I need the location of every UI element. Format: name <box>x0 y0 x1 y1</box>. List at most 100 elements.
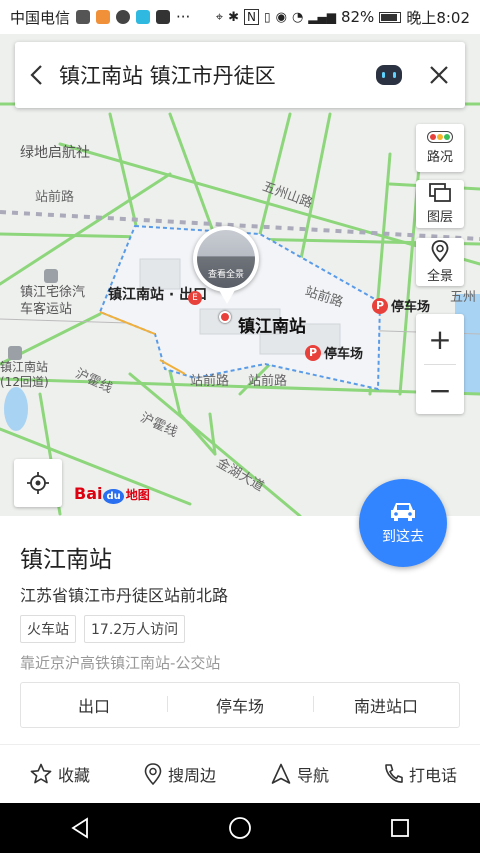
app-icon <box>156 10 171 24</box>
wifi-icon: ◔ <box>291 9 304 25</box>
category-tag: 火车站 <box>20 615 76 643</box>
map-label-station-main: 镇江南站 <box>238 317 306 337</box>
battery-icon <box>379 11 402 23</box>
panorama-button[interactable]: 全景 <box>416 238 464 286</box>
station-pin-icon[interactable] <box>219 311 231 323</box>
panorama-pointer <box>219 290 235 304</box>
map-label-lvdi: 绿地启航社 <box>20 145 90 161</box>
map-label-station-left: 镇江南站(12回道) <box>0 360 49 389</box>
logo-text: Bai <box>74 484 103 503</box>
nearby-text: 靠近京沪高铁镇江南站-公交站 <box>20 654 221 672</box>
star-icon <box>30 763 52 784</box>
plus-icon: + <box>428 322 452 356</box>
recents-square-icon <box>391 819 409 837</box>
nav-back-button[interactable] <box>50 803 110 853</box>
back-triangle-icon <box>71 817 88 839</box>
search-nearby-label: 搜周边 <box>167 766 216 785</box>
navigate-button[interactable]: 导航 <box>240 762 360 786</box>
back-button[interactable] <box>15 42 59 108</box>
minus-icon: − <box>428 373 452 407</box>
search-input[interactable]: 镇江南站 镇江市丹徒区 <box>59 60 369 90</box>
nav-recents-button[interactable] <box>370 803 430 853</box>
traffic-icon <box>427 131 453 143</box>
notification-icon <box>76 10 91 24</box>
voice-assistant-button[interactable] <box>369 55 409 95</box>
parking-icon: P <box>372 297 388 314</box>
sub-poi-south-entrance[interactable]: 南进站口 <box>313 693 459 717</box>
navigate-label: 导航 <box>296 766 329 785</box>
baidu-logo: Bai du 地图 <box>74 484 150 504</box>
car-icon <box>391 503 415 521</box>
back-arrow-icon <box>30 65 42 85</box>
action-bar: 收藏 搜周边 导航 打电话 <box>0 744 480 803</box>
zoom-in-button[interactable]: + <box>416 314 464 364</box>
more-icon: ··· <box>176 8 191 26</box>
go-here-label: 到这去 <box>382 529 424 545</box>
parking-label: 停车场 <box>391 300 431 315</box>
go-here-button[interactable]: 到这去 <box>359 479 447 567</box>
zoom-out-button[interactable]: − <box>416 365 464 415</box>
parking-label: 停车场 <box>324 347 364 362</box>
location-pin-icon <box>144 763 162 785</box>
phone-icon <box>385 764 403 783</box>
place-address: 江苏省镇江市丹徒区站前北路 <box>20 586 229 605</box>
message-icon <box>116 10 131 24</box>
parking-marker[interactable]: P 停车场 <box>372 296 430 315</box>
crosshair-icon <box>27 472 49 494</box>
map-label-zhanqian-road-3: 站前路 <box>190 374 230 389</box>
search-bar: 镇江南站 镇江市丹徒区 <box>15 42 465 108</box>
location-icon: ⌖ <box>215 9 224 25</box>
sub-poi-exit[interactable]: 出口 <box>21 693 167 717</box>
nav-home-button[interactable] <box>210 803 270 853</box>
bus-stop-icon <box>44 269 58 283</box>
map-label-zhanqian-road-4: 站前路 <box>248 374 288 389</box>
parking-marker[interactable]: P 停车场 <box>305 343 363 362</box>
battery-percent: 82% <box>340 8 375 26</box>
home-circle-icon <box>229 817 251 839</box>
sub-poi-list: 出口 停车场 南进站口 <box>20 682 460 728</box>
eye-icon: ◉ <box>275 9 287 25</box>
parking-icon: P <box>305 344 321 361</box>
map-label-wuzhou-short: 五州 <box>450 290 477 305</box>
close-icon <box>430 66 448 84</box>
zoom-control: + − <box>416 314 464 414</box>
layers-label: 图层 <box>426 210 453 225</box>
call-button[interactable]: 打电话 <box>360 762 480 786</box>
panorama-thumbnail: 查看全景 <box>197 230 255 288</box>
favorite-label: 收藏 <box>57 766 90 785</box>
vibrate-icon: ▯ <box>263 10 271 24</box>
map-label-zhanqian-road-1: 站前路 <box>35 190 75 205</box>
carrier-label: 中国电信 <box>10 8 71 27</box>
panorama-label: 查看全景 <box>207 270 244 280</box>
traffic-button[interactable]: 路况 <box>416 124 464 172</box>
time-label: 晚上8:02 <box>406 8 470 27</box>
visits-tag: 17.2万人访问 <box>84 615 186 643</box>
logo-ditu: 地图 <box>125 488 150 502</box>
call-label: 打电话 <box>408 766 457 785</box>
place-title: 镇江南站 <box>20 547 112 573</box>
map-label-bus-station: 镇江宅徐汽车客运站 <box>20 285 86 317</box>
traffic-label: 路况 <box>426 150 453 165</box>
signal-icon: ▂▄▆ <box>308 10 336 24</box>
screen: 中国电信 ··· ⌖ ✱ N ▯ ◉ ◔ ▂▄▆ 82% 晚上8:02 绿地启航… <box>0 0 480 853</box>
status-bar: 中国电信 ··· ⌖ ✱ N ▯ ◉ ◔ ▂▄▆ 82% 晚上8:02 <box>0 0 480 34</box>
navigation-arrow-icon <box>271 763 291 784</box>
layers-icon <box>429 183 451 202</box>
logo-paw: du <box>103 489 124 504</box>
app-icon <box>96 10 111 24</box>
location-pin-icon <box>431 240 449 262</box>
favorite-button[interactable]: 收藏 <box>0 762 120 786</box>
train-icon <box>8 346 22 360</box>
close-button[interactable] <box>417 42 461 108</box>
search-nearby-button[interactable]: 搜周边 <box>120 762 240 786</box>
layers-button[interactable]: 图层 <box>416 180 464 228</box>
bluetooth-icon: ✱ <box>228 9 239 25</box>
panorama-bubble[interactable]: 查看全景 <box>193 226 259 292</box>
panorama-tool-label: 全景 <box>426 269 453 284</box>
exit-icon[interactable]: E <box>188 291 202 305</box>
place-tags: 火车站 17.2万人访问 <box>20 615 186 643</box>
app-icon <box>136 10 151 24</box>
sub-poi-parking[interactable]: 停车场 <box>167 693 313 717</box>
locate-me-button[interactable] <box>14 459 62 507</box>
robot-icon <box>376 65 402 85</box>
